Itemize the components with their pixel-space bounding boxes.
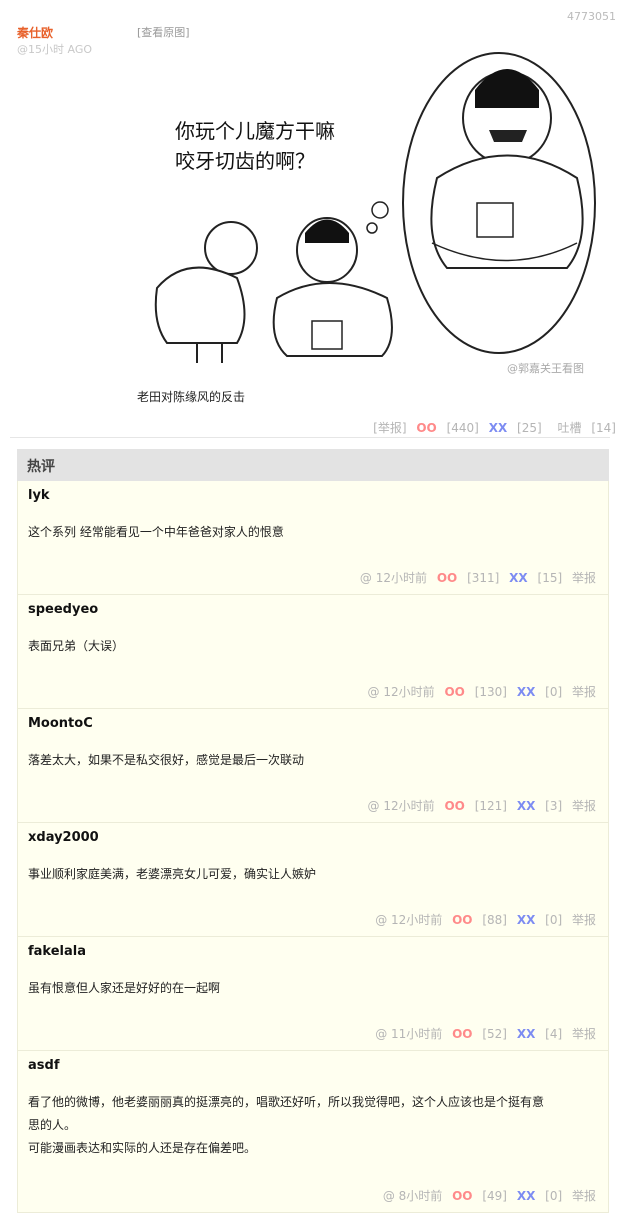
report-button[interactable]: [举报] [373, 421, 406, 435]
comment-text: 虽有恨意但人家还是好好的在一起啊 [28, 981, 221, 995]
comment-meta: @ 12小时前 OO [311] XX [15] 举报 [354, 569, 596, 586]
comment-oo-button[interactable]: OO [121] [444, 799, 507, 813]
comment-xx-button[interactable]: XX [15] [509, 571, 562, 585]
tucao-count: [14] [591, 421, 616, 435]
comment-text: 表面兄弟（大误） [28, 639, 125, 653]
comment-xx-button[interactable]: XX [0] [517, 1189, 562, 1203]
comment-time[interactable]: @ 8小时前 [383, 1189, 442, 1203]
comment-time[interactable]: @ 12小时前 [368, 799, 435, 813]
comment-meta: @ 11小时前 OO [52] XX [4] 举报 [369, 1025, 596, 1042]
xx-count: [25] [517, 421, 542, 435]
comment-time[interactable]: @ 12小时前 [368, 685, 435, 699]
comic-watermark: @郭嘉关王看图 [507, 361, 584, 375]
comment-meta: @ 8小时前 OO [49] XX [0] 举报 [377, 1187, 596, 1204]
oo-label: OO [416, 421, 437, 435]
comment-text-line: 可能漫画表达和实际的人还是存在偏差吧。 [28, 1141, 257, 1155]
comment-xx-button[interactable]: XX [4] [517, 1027, 562, 1041]
comment-report-button[interactable]: 举报 [572, 571, 596, 585]
comment-meta: @ 12小时前 OO [88] XX [0] 举报 [369, 911, 596, 928]
comment-author[interactable]: speedyeo [28, 602, 598, 617]
comment-report-button[interactable]: 举报 [572, 799, 596, 813]
hot-comments-title: 热评 [17, 449, 609, 481]
post-author[interactable]: 秦仕欧 [17, 24, 53, 41]
comment-text: 落差太大，如果不是私交很好，感觉是最后一次联动 [28, 753, 305, 767]
comment-report-button[interactable]: 举报 [572, 1027, 596, 1041]
comment-author[interactable]: asdf [28, 1058, 598, 1073]
post-actions: [举报] OO [440] XX [25] 吐槽 [14] [367, 419, 616, 436]
comment-oo-button[interactable]: OO [88] [452, 913, 507, 927]
comment-author[interactable]: lyk [28, 488, 598, 503]
comment-text-line: 看了他的微博，他老婆丽丽真的挺漂亮的，唱歌还好听，所以我觉得吧，这个人应该也是个… [28, 1095, 545, 1109]
comment-text: 看了他的微博，他老婆丽丽真的挺漂亮的，唱歌还好听，所以我觉得吧，这个人应该也是个… [28, 1091, 598, 1160]
comic-speech-line1: 你玩个儿魔方干嘛 [175, 119, 335, 143]
comment-list: lyk 这个系列 经常能看见一个中年爸爸对家人的恨意 @ 12小时前 OO [3… [17, 481, 609, 1213]
comment-text-line: 思的人。 [28, 1118, 77, 1132]
comment-text: 事业顺利家庭美满，老婆漂亮女儿可爱，确实让人嫉妒 [28, 867, 317, 881]
comment-oo-button[interactable]: OO [49] [452, 1189, 507, 1203]
comment-item: lyk 这个系列 经常能看见一个中年爸爸对家人的恨意 @ 12小时前 OO [3… [17, 481, 609, 595]
comment-author[interactable]: xday2000 [28, 830, 598, 845]
comic-image: 你玩个儿魔方干嘛 咬牙切齿的啊？ @郭嘉关王看图 [137, 38, 617, 382]
comment-item: MoontoC 落差太大，如果不是私交很好，感觉是最后一次联动 @ 12小时前 … [17, 709, 609, 823]
comment-report-button[interactable]: 举报 [572, 1189, 596, 1203]
tucao-label: 吐槽 [557, 421, 582, 435]
oo-count: [440] [446, 421, 479, 435]
post-id: 4773051 [567, 10, 616, 23]
post-caption: 老田对陈缘风的反击 [137, 390, 246, 404]
comment-item: xday2000 事业顺利家庭美满，老婆漂亮女儿可爱，确实让人嫉妒 @ 12小时… [17, 823, 609, 937]
xx-label: XX [488, 421, 508, 435]
comment-time[interactable]: @ 11小时前 [375, 1027, 442, 1041]
comment-report-button[interactable]: 举报 [572, 913, 596, 927]
xx-button[interactable]: XX [25] [489, 421, 542, 435]
comment-author[interactable]: fakelala [28, 944, 598, 959]
tucao-button[interactable]: 吐槽 [14] [552, 421, 616, 435]
divider [10, 437, 610, 438]
comment-item: speedyeo 表面兄弟（大误） @ 12小时前 OO [130] XX [0… [17, 595, 609, 709]
comment-author[interactable]: MoontoC [28, 716, 598, 731]
comment-meta: @ 12小时前 OO [121] XX [3] 举报 [362, 797, 596, 814]
comment-meta: @ 12小时前 OO [130] XX [0] 举报 [362, 683, 596, 700]
comment-oo-button[interactable]: OO [52] [452, 1027, 507, 1041]
comment-xx-button[interactable]: XX [0] [517, 685, 562, 699]
comment-xx-button[interactable]: XX [0] [517, 913, 562, 927]
comic-speech-line2: 咬牙切齿的啊？ [175, 149, 315, 173]
comment-oo-button[interactable]: OO [130] [444, 685, 507, 699]
comment-time[interactable]: @ 12小时前 [360, 571, 427, 585]
comment-item: fakelala 虽有恨意但人家还是好好的在一起啊 @ 11小时前 OO [52… [17, 937, 609, 1051]
comment-text: 这个系列 经常能看见一个中年爸爸对家人的恨意 [28, 525, 284, 539]
oo-button[interactable]: OO [440] [416, 421, 479, 435]
comment-time[interactable]: @ 12小时前 [375, 913, 442, 927]
comment-item: asdf 看了他的微博，他老婆丽丽真的挺漂亮的，唱歌还好听，所以我觉得吧，这个人… [17, 1051, 609, 1213]
comment-report-button[interactable]: 举报 [572, 685, 596, 699]
post-time: @15小时 AGO [17, 43, 93, 56]
comment-oo-button[interactable]: OO [311] [437, 571, 500, 585]
comment-xx-button[interactable]: XX [3] [517, 799, 562, 813]
